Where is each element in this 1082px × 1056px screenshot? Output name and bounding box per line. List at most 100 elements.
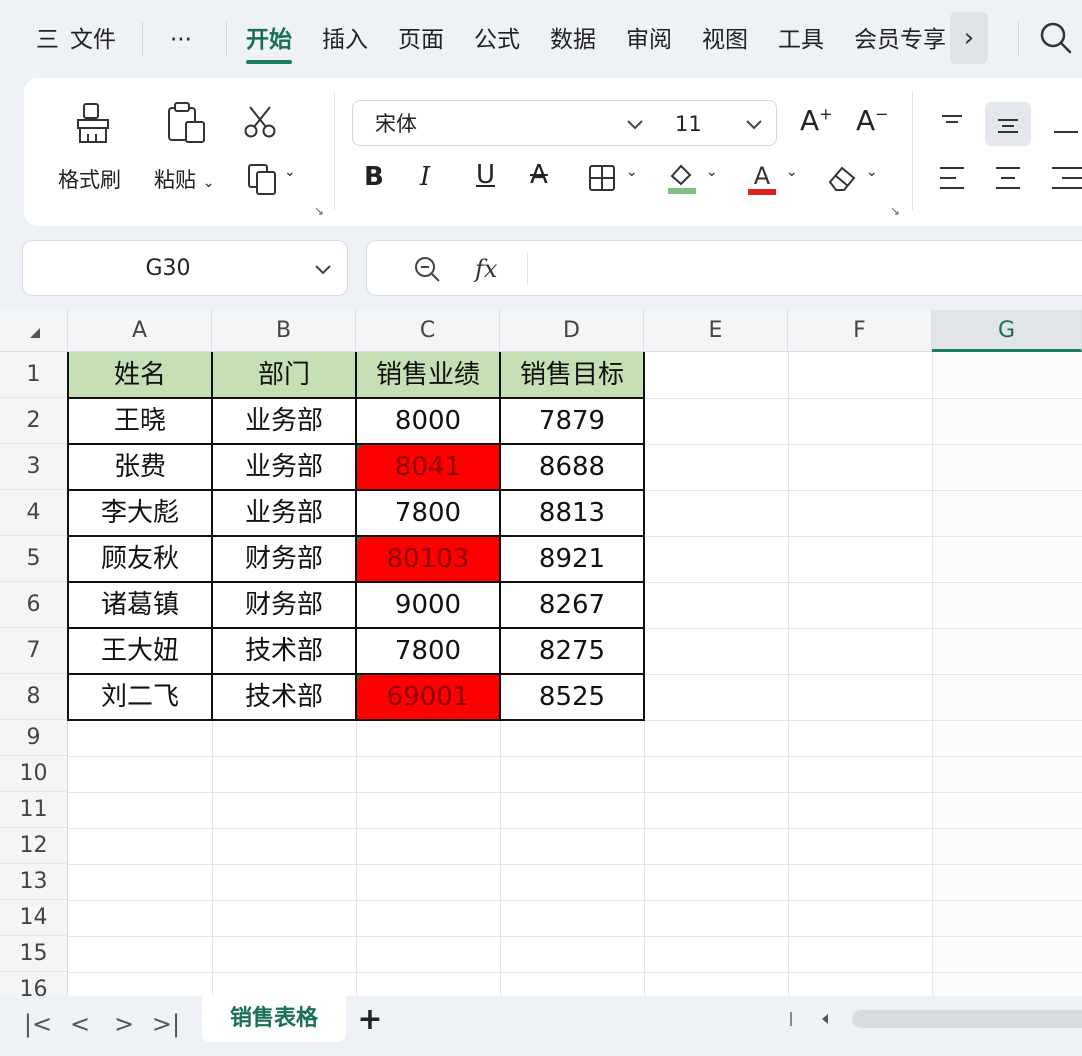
chevron-down-icon[interactable]: ⌄ [626,164,638,180]
cell-b3[interactable]: 业务部 [212,444,356,490]
row-header[interactable]: 8 [0,674,68,720]
cell-b6[interactable]: 财务部 [212,582,356,628]
row-header[interactable]: 14 [0,900,68,936]
align-bottom-icon[interactable] [1050,110,1078,138]
zoom-formula-icon[interactable] [413,255,441,283]
cell-c6[interactable]: 9000 [356,582,500,628]
column-header-d[interactable]: D [500,310,644,352]
font-name-select[interactable]: 宋体 [352,100,656,146]
chevron-down-icon[interactable]: ⌄ [786,164,798,180]
row-header[interactable]: 5 [0,536,68,582]
font-color-icon[interactable]: A [746,160,778,198]
paste-label[interactable]: 粘贴 ⌄ [154,164,214,194]
row-header[interactable]: 12 [0,828,68,864]
format-painter-icon[interactable] [72,100,116,146]
tab-insert[interactable]: 插入 [322,22,368,58]
tab-tools[interactable]: 工具 [778,22,824,58]
align-top-icon[interactable] [938,110,966,138]
bold-button[interactable]: B [364,162,384,192]
align-center-icon[interactable] [994,164,1022,192]
cell-d7[interactable]: 8275 [500,628,644,674]
table-header-cell[interactable]: 姓名 [68,352,212,398]
strikethrough-button[interactable]: A [530,160,548,190]
row-header[interactable]: 11 [0,792,68,828]
next-sheet-button[interactable]: > [106,1004,142,1044]
font-dialog-icon[interactable]: ↘ [890,204,900,218]
cell-d6[interactable]: 8267 [500,582,644,628]
row-header[interactable]: 2 [0,398,68,444]
cell-b4[interactable]: 业务部 [212,490,356,536]
sheet-tab-sales[interactable]: 销售表格 [202,996,346,1042]
row-header[interactable]: 7 [0,628,68,674]
cell-a7[interactable]: 王大妞 [68,628,212,674]
first-sheet-button[interactable]: |< [20,1004,56,1044]
search-button[interactable] [1036,18,1076,58]
tab-view[interactable]: 视图 [702,22,748,58]
fx-icon[interactable]: fx [475,241,497,297]
fill-color-icon[interactable] [666,160,698,196]
column-header-a[interactable]: A [68,310,212,352]
row-header[interactable]: 13 [0,864,68,900]
format-painter-label[interactable]: 格式刷 [58,164,121,194]
eraser-icon[interactable] [826,162,860,194]
row-header[interactable]: 1 [0,352,68,398]
prev-sheet-button[interactable]: < [62,1004,98,1044]
cell-c7[interactable]: 7800 [356,628,500,674]
align-middle-icon[interactable] [994,110,1022,138]
scroll-left-icon[interactable] [818,1012,832,1026]
last-sheet-button[interactable]: >| [148,1004,184,1044]
table-header-cell[interactable]: 部门 [212,352,356,398]
cell-a5[interactable]: 顾友秋 [68,536,212,582]
align-left-icon[interactable] [938,164,966,192]
row-header[interactable]: 15 [0,936,68,972]
italic-button[interactable]: I [420,162,430,192]
cell-c2[interactable]: 8000 [356,398,500,444]
chevron-down-icon[interactable]: ⌄ [284,164,296,180]
cell-d3[interactable]: 8688 [500,444,644,490]
tab-page[interactable]: 页面 [398,22,444,58]
tab-home[interactable]: 开始 [246,22,292,64]
borders-icon[interactable] [588,164,616,192]
column-header-b[interactable]: B [212,310,356,352]
tab-data[interactable]: 数据 [550,22,596,58]
scissors-icon[interactable] [242,104,278,140]
cell-d2[interactable]: 7879 [500,398,644,444]
formula-bar[interactable]: fx [366,240,1082,296]
select-all-corner[interactable] [0,310,68,352]
cell-b8[interactable]: 技术部 [212,674,356,720]
row-header[interactable]: 9 [0,720,68,756]
row-header[interactable]: 4 [0,490,68,536]
cell-d8[interactable]: 8525 [500,674,644,720]
font-size-select[interactable]: 11 [655,100,777,146]
file-menu[interactable]: 文件 [70,22,116,58]
cell-c4[interactable]: 7800 [356,490,500,536]
copy-icon[interactable] [246,162,280,196]
column-header-f[interactable]: F [788,310,932,352]
cell-a6[interactable]: 诸葛镇 [68,582,212,628]
cell-d5[interactable]: 8921 [500,536,644,582]
spreadsheet-grid[interactable]: ABCDEFG 1 2 3 4 5 6 7 8 9 10 11 12 13 14 15 16 姓名 部门 销售业绩… [0,310,1082,996]
row-header[interactable]: 16 [0,972,68,996]
row-header[interactable]: 3 [0,444,68,490]
align-right-icon[interactable] [1050,164,1082,192]
chevron-down-icon[interactable]: ⌄ [866,164,878,180]
column-header-e[interactable]: E [644,310,788,352]
cell-c8[interactable]: 69001 [356,674,500,720]
column-header-c[interactable]: C [356,310,500,352]
cell-b5[interactable]: 财务部 [212,536,356,582]
row-header[interactable]: 6 [0,582,68,628]
row-header[interactable]: 10 [0,756,68,792]
more-menu-button[interactable]: ··· [170,22,192,58]
cell-a8[interactable]: 刘二飞 [68,674,212,720]
table-header-cell[interactable]: 销售业绩 [356,352,500,398]
more-tabs-button[interactable]: › [950,12,988,64]
paste-icon[interactable] [164,100,210,146]
tab-review[interactable]: 审阅 [626,22,672,58]
cell-b2[interactable]: 业务部 [212,398,356,444]
cell-a4[interactable]: 李大彪 [68,490,212,536]
cell-b7[interactable]: 技术部 [212,628,356,674]
column-header-g[interactable]: G [932,310,1082,352]
underline-button[interactable]: U [476,160,495,190]
cell-a3[interactable]: 张费 [68,444,212,490]
cell-c3[interactable]: 8041 [356,444,500,490]
